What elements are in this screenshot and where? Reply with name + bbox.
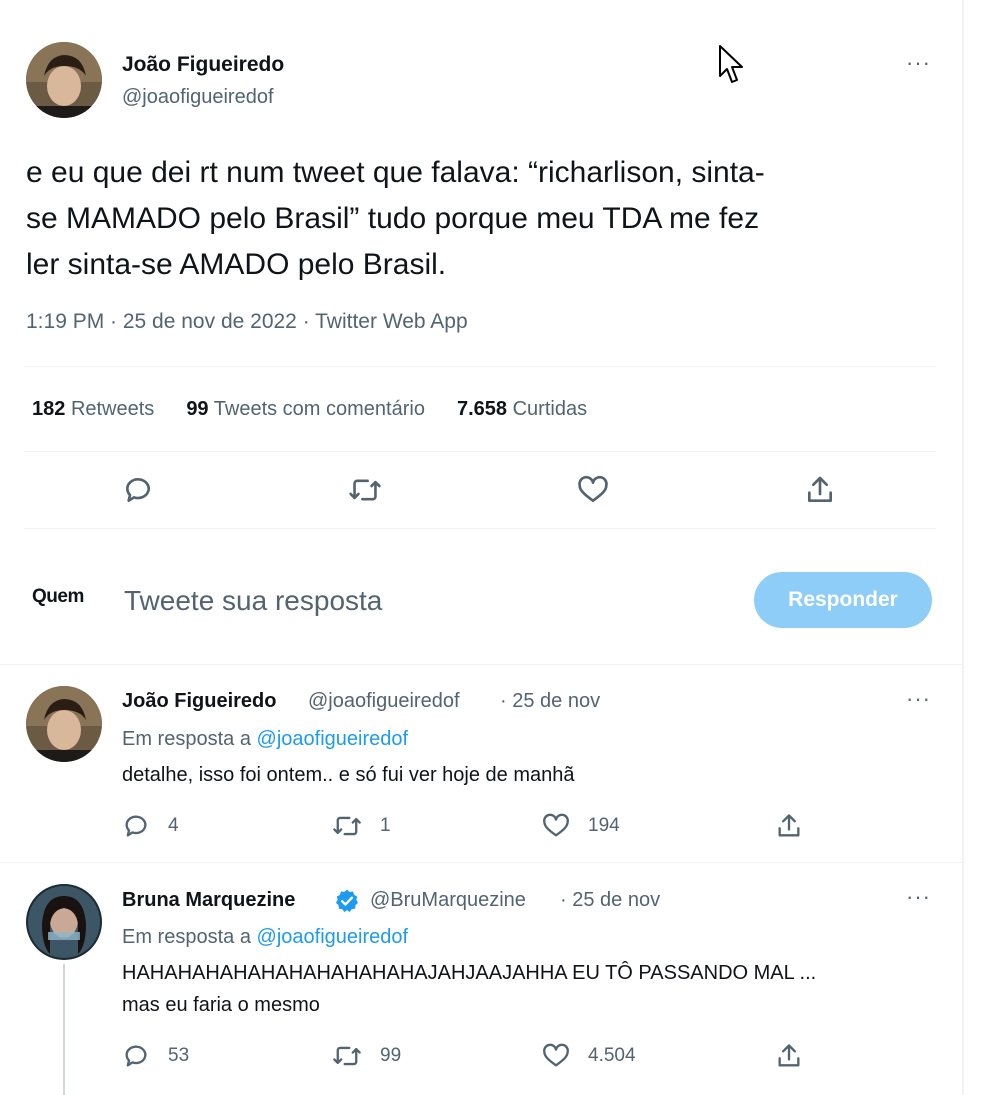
like-button[interactable]: 4.504 <box>542 1042 636 1070</box>
reply-author-name[interactable]: Bruna Marquezine <box>122 889 295 912</box>
reply-icon <box>126 478 150 502</box>
mouse-cursor-icon <box>718 44 746 91</box>
heart-icon <box>578 475 608 502</box>
tweet-stats: 182 Retweets 99 Tweets com comentário 7.… <box>32 398 587 421</box>
like-button[interactable]: 194 <box>542 812 620 840</box>
divider <box>24 451 936 452</box>
share-icon <box>778 814 800 837</box>
share-button[interactable] <box>804 474 836 506</box>
tweet-text: e eu que dei rt num tweet que falava: “r… <box>26 150 946 288</box>
reply-text: HAHAHAHAHAHAHAHAHAHAHAJAHJAAJAHHA EU TÔ … <box>122 962 817 984</box>
retweets-count: 182 <box>32 398 66 420</box>
author-name[interactable]: João Figueiredo <box>122 53 284 77</box>
tweet-column: João Figueiredo @joaofigueiredof ··· e e… <box>0 0 962 1095</box>
retweet-icon <box>333 816 361 836</box>
like-count: 194 <box>588 815 620 836</box>
reply-button[interactable]: 4 <box>122 812 179 840</box>
likes-count: 7.658 <box>456 398 508 420</box>
quotes-stat[interactable]: 99 Tweets com comentário <box>186 398 425 421</box>
reply-avatar-image <box>26 686 102 762</box>
tweet-text-line: se MAMADO pelo Brasil” tudo porque meu T… <box>26 202 760 235</box>
share-icon <box>808 476 832 502</box>
reply-button[interactable]: 53 <box>122 1042 189 1070</box>
reply-date[interactable]: · 25 de nov <box>560 889 660 912</box>
retweet-icon <box>333 1046 361 1066</box>
in-reply-prefix: Em resposta a <box>122 926 257 948</box>
divider <box>24 528 936 529</box>
retweet-button[interactable]: 99 <box>332 1042 401 1070</box>
reply-avatar[interactable] <box>26 686 102 762</box>
retweets-label: Retweets <box>70 398 155 420</box>
thread-connector-line <box>63 964 65 1095</box>
more-options-icon[interactable]: ··· <box>906 50 931 76</box>
reply-input[interactable]: Tweete sua resposta <box>124 585 382 617</box>
reply-text: mas eu faria o mesmo <box>122 994 320 1016</box>
share-button[interactable] <box>775 1042 803 1070</box>
reply-who-label: Quem <box>32 586 84 607</box>
quotes-label: Tweets com comentário <box>213 398 425 420</box>
in-reply-to: Em resposta a @joaofigueiredof <box>122 728 408 751</box>
in-reply-prefix: Em resposta a <box>122 728 257 750</box>
column-border <box>962 0 964 1095</box>
reply-icon <box>125 1045 147 1067</box>
like-button[interactable] <box>577 474 609 506</box>
like-count: 4.504 <box>588 1045 636 1066</box>
heart-icon <box>543 813 569 837</box>
reply-avatar[interactable] <box>26 884 102 960</box>
reply-submit-button[interactable]: Responder <box>754 572 932 628</box>
divider <box>0 862 962 863</box>
tweet-text-line: e eu que dei rt num tweet que falava: “r… <box>26 156 765 189</box>
reply-button[interactable] <box>122 474 154 506</box>
reply-author-handle[interactable]: @joaofigueiredof <box>308 690 460 713</box>
retweet-button[interactable]: 1 <box>332 812 391 840</box>
reply-author-handle[interactable]: @BruMarquezine <box>370 889 526 912</box>
quotes-count: 99 <box>186 398 209 420</box>
in-reply-handle-link[interactable]: @joaofigueiredof <box>257 926 409 948</box>
retweet-count: 1 <box>380 815 391 836</box>
tweet-text-line: ler sinta-se AMADO pelo Brasil. <box>26 248 447 281</box>
share-icon <box>778 1044 800 1067</box>
heart-icon <box>543 1043 569 1067</box>
author-avatar-image <box>26 42 102 118</box>
author-handle[interactable]: @joaofigueiredof <box>122 86 274 109</box>
likes-stat[interactable]: 7.658 Curtidas <box>457 398 587 421</box>
likes-label: Curtidas <box>512 398 588 420</box>
retweets-stat[interactable]: 182 Retweets <box>32 398 154 421</box>
share-button[interactable] <box>775 812 803 840</box>
reply-text: detalhe, isso foi ontem.. e só fui ver h… <box>122 764 575 786</box>
retweet-button[interactable] <box>348 474 382 506</box>
reply-count: 4 <box>168 815 179 836</box>
retweet-icon <box>349 479 381 501</box>
reply-date[interactable]: · 25 de nov <box>500 690 600 713</box>
reply-icon <box>125 815 147 837</box>
verified-badge-icon <box>334 888 360 919</box>
more-options-icon[interactable]: ··· <box>906 884 931 910</box>
reply-avatar-image <box>26 884 102 960</box>
reply-author-name[interactable]: João Figueiredo <box>122 690 276 713</box>
tweet-timestamp[interactable]: 1:19 PM · 25 de nov de 2022 · Twitter We… <box>26 310 468 334</box>
divider <box>24 366 936 367</box>
reply-count: 53 <box>168 1045 190 1066</box>
retweet-count: 99 <box>380 1045 402 1066</box>
in-reply-handle-link[interactable]: @joaofigueiredof <box>257 728 409 750</box>
divider <box>0 664 962 665</box>
author-avatar[interactable] <box>26 42 102 118</box>
more-options-icon[interactable]: ··· <box>906 686 931 712</box>
in-reply-to: Em resposta a @joaofigueiredof <box>122 926 408 949</box>
